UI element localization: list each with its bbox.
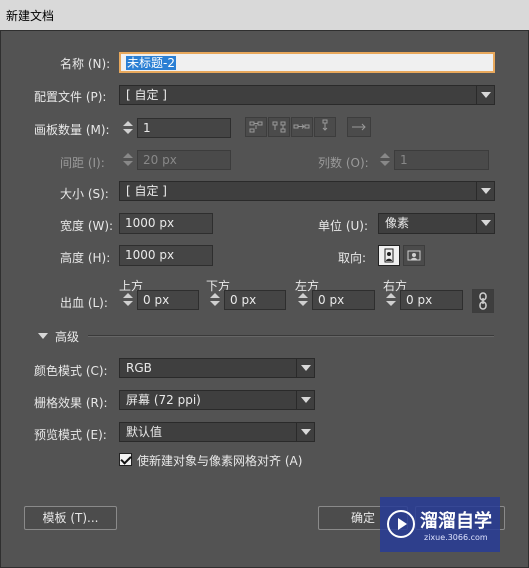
landscape-orientation-icon[interactable]	[403, 245, 425, 266]
width-input[interactable]: 1000 px	[119, 213, 213, 234]
raster-select-value: 屏幕 (72 ppi)	[126, 393, 201, 407]
preview-select-value: 默认值	[126, 425, 163, 439]
advanced-label[interactable]: 高级	[55, 328, 79, 345]
bleed-bottom-stepper[interactable]	[208, 290, 222, 310]
artboards-stepper[interactable]	[121, 118, 135, 138]
chevron-down-icon	[476, 86, 494, 104]
name-label: 名称 (N):	[60, 57, 111, 71]
spacing-label: 间距 (I):	[60, 156, 105, 170]
columns-stepper[interactable]	[378, 150, 392, 170]
height-label: 高度 (H):	[60, 251, 111, 265]
chevron-down-icon	[476, 182, 494, 200]
arrange-by-column-icon[interactable]	[314, 117, 336, 137]
name-input[interactable]: 未标题-2	[119, 52, 495, 73]
preview-label: 预览模式 (E):	[34, 428, 107, 442]
raster-select[interactable]: 屏幕 (72 ppi)	[119, 390, 315, 410]
name-input-value: 未标题-2	[126, 56, 176, 70]
grid-by-row-icon[interactable]	[245, 117, 267, 137]
bleed-left-stepper[interactable]	[296, 290, 310, 310]
watermark-brand: 溜溜自学	[420, 511, 492, 532]
columns-label: 列数 (O):	[318, 156, 369, 170]
units-label: 单位 (U):	[318, 219, 369, 233]
bleed-bottom-input[interactable]: 0 px	[224, 290, 286, 310]
play-icon	[387, 510, 415, 538]
templates-button[interactable]: 模板 (T)...	[24, 506, 117, 530]
chevron-down-icon	[296, 423, 314, 441]
watermark-logo: 溜溜自学 zixue.3066.com	[380, 497, 500, 552]
bleed-right-input[interactable]: 0 px	[400, 290, 463, 310]
chevron-down-icon	[296, 359, 314, 377]
portrait-orientation-icon[interactable]	[378, 245, 400, 266]
units-select-value: 像素	[385, 216, 410, 230]
height-input[interactable]: 1000 px	[119, 245, 213, 266]
color-mode-label: 颜色模式 (C):	[34, 364, 108, 378]
raster-label: 栅格效果 (R):	[34, 396, 108, 410]
color-mode-select-value: RGB	[126, 361, 152, 375]
size-select[interactable]: [ 自定 ]	[119, 181, 495, 201]
profile-label: 配置文件 (P):	[34, 90, 107, 104]
spacing-stepper[interactable]	[121, 150, 135, 170]
link-icon[interactable]	[472, 289, 494, 313]
watermark-url: zixue.3066.com	[424, 533, 488, 542]
bleed-top-stepper[interactable]	[121, 290, 135, 310]
artboards-label: 画板数量 (M):	[34, 123, 110, 137]
preview-select[interactable]: 默认值	[119, 422, 315, 442]
profile-select-value: [ 自定 ]	[126, 88, 167, 102]
orientation-label: 取向:	[338, 251, 367, 265]
artboards-input[interactable]: 1	[137, 118, 231, 138]
profile-select[interactable]: [ 自定 ]	[119, 85, 495, 105]
size-select-value: [ 自定 ]	[126, 184, 167, 198]
columns-input[interactable]: 1	[394, 150, 489, 170]
width-label: 宽度 (W):	[60, 219, 114, 233]
window-title: 新建文档	[6, 9, 55, 23]
arrange-by-row-icon[interactable]	[291, 117, 313, 137]
bleed-left-input[interactable]: 0 px	[312, 290, 375, 310]
bleed-right-stepper[interactable]	[384, 290, 398, 310]
color-mode-select[interactable]: RGB	[119, 358, 315, 378]
size-label: 大小 (S):	[60, 187, 109, 201]
grid-by-column-icon[interactable]	[268, 117, 290, 137]
spacing-input[interactable]: 20 px	[137, 150, 231, 170]
title-bar: 新建文档	[0, 0, 529, 31]
units-select[interactable]: 像素	[378, 213, 495, 234]
divider	[88, 335, 494, 337]
align-pixel-checkbox[interactable]	[119, 453, 132, 466]
bleed-top-input[interactable]: 0 px	[137, 290, 199, 310]
bleed-label: 出血 (L):	[60, 296, 108, 310]
right-to-left-icon[interactable]	[347, 117, 371, 137]
chevron-down-icon	[296, 391, 314, 409]
chevron-down-icon	[476, 214, 494, 233]
collapse-triangle-icon[interactable]	[38, 333, 48, 339]
align-pixel-label[interactable]: 使新建对象与像素网格对齐 (A)	[137, 452, 302, 469]
